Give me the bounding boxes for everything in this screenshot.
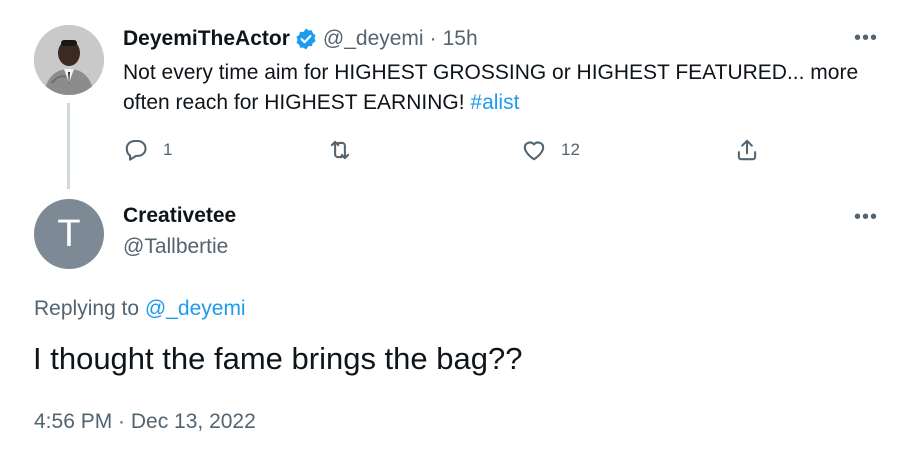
heart-icon xyxy=(523,141,545,161)
author-handle[interactable]: @_deyemi xyxy=(323,27,424,51)
reply-button[interactable]: 1 xyxy=(123,135,172,165)
person-photo-icon xyxy=(34,25,104,95)
tweet-thread: DeyemiTheActor @_deyemi · 15h ••• Not ev… xyxy=(0,0,903,463)
tweet-text: Not every time aim for HIGHEST GROSSING … xyxy=(123,58,888,118)
author-avatar[interactable] xyxy=(34,25,104,95)
thread-connector-line xyxy=(67,103,70,189)
reply-count: 1 xyxy=(163,140,173,159)
retweet-button[interactable] xyxy=(327,135,353,165)
reply-author-avatar[interactable]: T xyxy=(34,199,104,269)
retweet-icon xyxy=(330,140,350,160)
reply-author-name[interactable]: Creativetee xyxy=(123,204,236,228)
reply-author-handle[interactable]: @Tallbertie xyxy=(123,235,228,259)
author-row: DeyemiTheActor @_deyemi · 15h xyxy=(123,24,478,54)
verified-badge-icon xyxy=(294,27,318,51)
replying-to-label: Replying to xyxy=(34,297,140,320)
replying-to-mention[interactable]: @_deyemi xyxy=(145,297,246,320)
share-button[interactable] xyxy=(734,135,760,165)
author-name[interactable]: DeyemiTheActor xyxy=(123,27,290,51)
reply-icon xyxy=(125,139,147,161)
separator-dot: · xyxy=(429,27,437,50)
reply-text: I thought the fame brings the bag?? xyxy=(33,341,523,376)
reply-timestamp[interactable]: 4:56 PM · Dec 13, 2022 xyxy=(34,410,256,434)
tweet-time[interactable]: 15h xyxy=(443,27,478,51)
more-horizontal-icon[interactable]: ••• xyxy=(854,28,878,48)
hashtag-link[interactable]: #alist xyxy=(470,91,519,114)
like-button[interactable]: 12 xyxy=(521,135,580,165)
share-icon xyxy=(737,139,757,161)
more-horizontal-icon[interactable]: ••• xyxy=(854,207,878,227)
replying-to-line: Replying to @_deyemi xyxy=(34,297,246,321)
like-count: 12 xyxy=(561,140,580,159)
